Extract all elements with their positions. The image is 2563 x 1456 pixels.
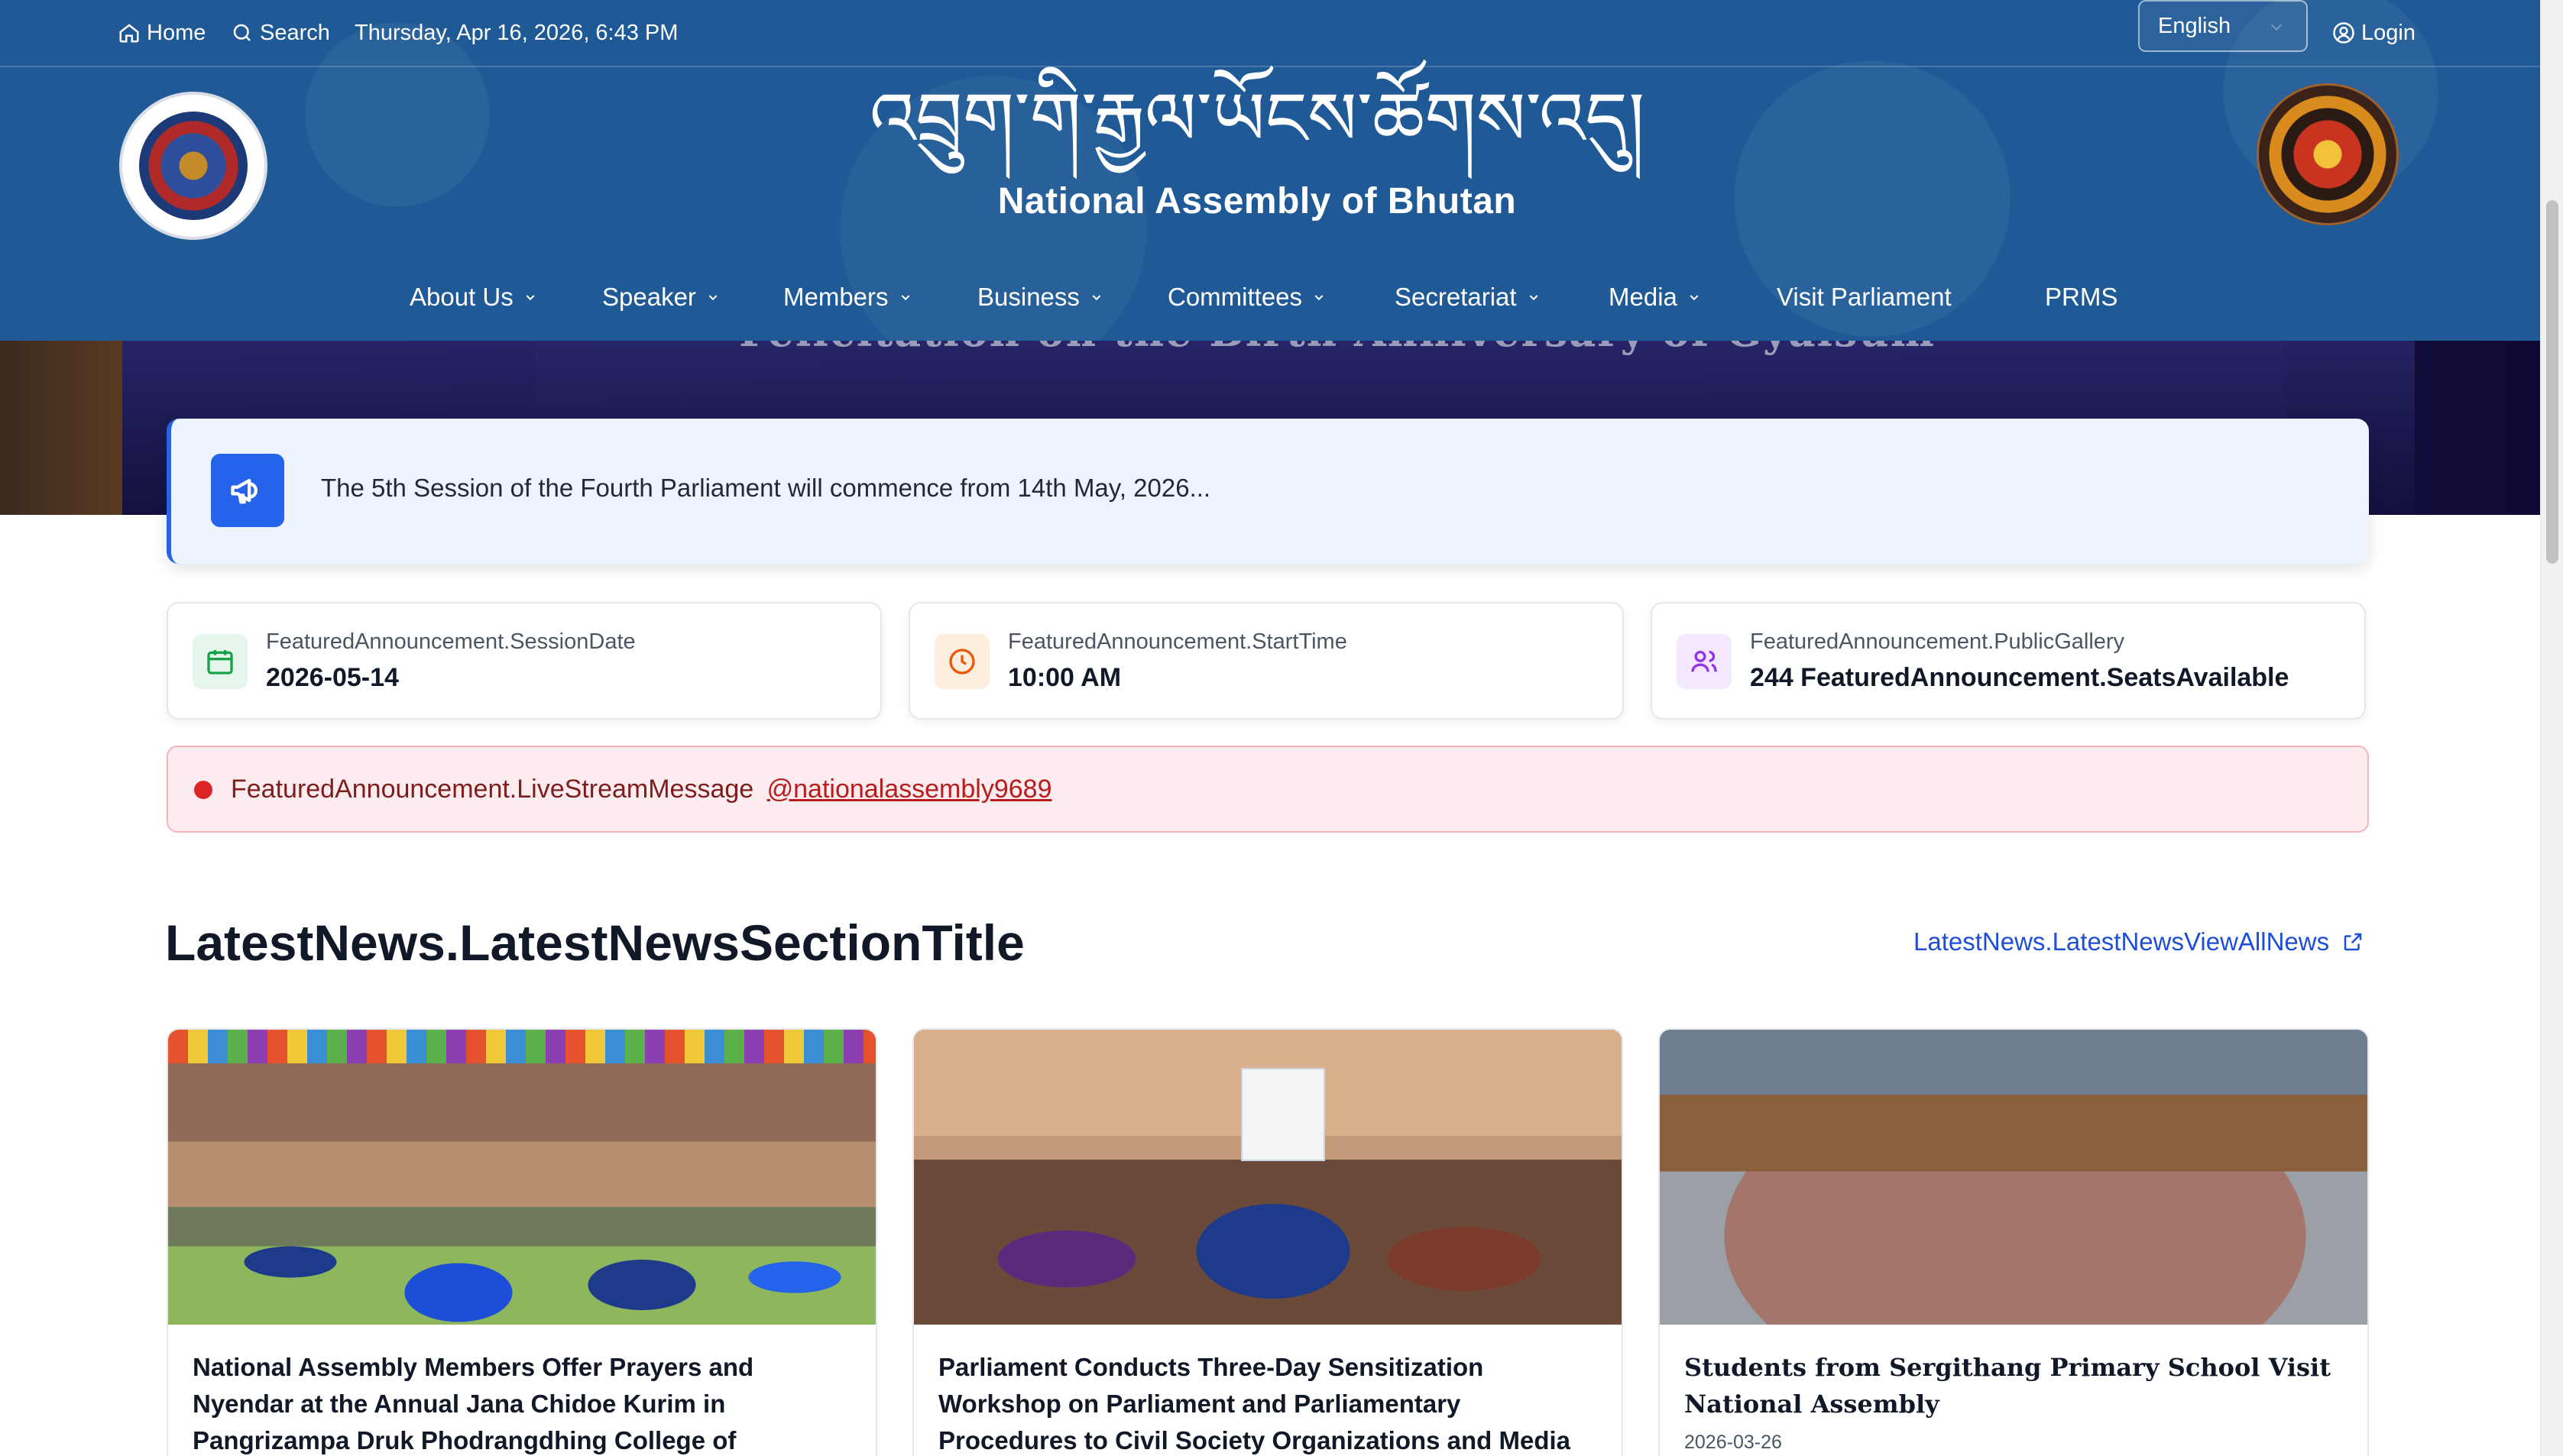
news-card[interactable]: Students from Sergithang Primary School … — [1658, 1028, 2369, 1456]
language-select[interactable]: English — [2138, 0, 2308, 52]
card-value: 10:00 AM — [1008, 663, 1122, 692]
nav-media[interactable]: Media — [1609, 283, 1700, 312]
live-stream-notice: FeaturedAnnouncement.LiveStreamMessage @… — [167, 746, 2369, 833]
users-icon — [1677, 634, 1732, 689]
chevron-down-icon — [1314, 295, 1324, 301]
nav-label: PRMS — [2045, 283, 2118, 311]
announcement-banner[interactable]: The 5th Session of the Fourth Parliament… — [167, 419, 2369, 564]
login-label: Login — [2361, 20, 2416, 45]
nav-speaker[interactable]: Speaker — [602, 283, 719, 312]
royal-emblem-logo — [2259, 86, 2396, 223]
home-label: Home — [147, 20, 206, 45]
live-message-text: FeaturedAnnouncement.LiveStreamMessage — [231, 775, 754, 804]
news-headline[interactable]: Students from Sergithang Primary School … — [1684, 1349, 2341, 1422]
nav-committees[interactable]: Committees — [1168, 283, 1325, 312]
nav-secretariat[interactable]: Secretariat — [1395, 283, 1540, 312]
public-gallery-card: FeaturedAnnouncement.PublicGallery 244 F… — [1651, 602, 2366, 720]
external-link-icon — [2344, 933, 2362, 951]
chevron-down-icon — [1092, 295, 1101, 301]
chevron-down-icon — [901, 295, 909, 301]
chevron-down-icon — [1690, 295, 1699, 301]
session-date-card: FeaturedAnnouncement.SessionDate 2026-05… — [167, 602, 882, 720]
login-link[interactable]: Login — [2332, 14, 2416, 52]
clock-icon — [935, 634, 990, 689]
chevron-down-icon — [1529, 295, 1537, 301]
nav-label: Visit Parliament — [1777, 283, 1952, 311]
nav-about-us[interactable]: About Us — [410, 283, 536, 312]
nav-label: Speaker — [602, 283, 696, 311]
main-navigation: About Us Speaker Members Business Commit… — [0, 275, 2540, 321]
card-label: FeaturedAnnouncement.SessionDate — [266, 629, 636, 654]
home-icon — [119, 24, 139, 43]
site-title[interactable]: National Assembly of Bhutan — [841, 180, 1674, 222]
search-link[interactable]: Search — [231, 14, 330, 52]
news-image[interactable] — [914, 1030, 1622, 1325]
calendar-icon — [193, 634, 248, 689]
nav-label: About Us — [410, 283, 514, 311]
home-link[interactable]: Home — [118, 14, 206, 52]
news-card[interactable]: Parliament Conducts Three-Day Sensitizat… — [912, 1028, 1623, 1456]
nav-prms[interactable]: PRMS — [2045, 283, 2117, 312]
nav-members[interactable]: Members — [783, 283, 912, 312]
nav-label: Members — [783, 283, 889, 311]
live-indicator-dot — [194, 781, 212, 799]
card-label: FeaturedAnnouncement.PublicGallery — [1750, 629, 2125, 654]
news-headline[interactable]: Parliament Conducts Three-Day Sensitizat… — [938, 1349, 1596, 1456]
search-icon — [233, 24, 251, 41]
site-header: Home Search Thursday, Apr 16, 2026, 6:43… — [0, 0, 2540, 341]
latest-news-title: LatestNews.LatestNewsSectionTitle — [165, 914, 1025, 971]
nav-business[interactable]: Business — [977, 283, 1103, 312]
news-date: 2026-03-26 — [1684, 1432, 1782, 1453]
search-label: Search — [260, 20, 330, 45]
site-title-dzongkha: འབྲུག་གི་རྒྱལ་ཡོངས་ཚོགས་འདུ། — [869, 76, 1645, 162]
user-circle-icon — [2333, 22, 2354, 44]
current-datetime: Thursday, Apr 16, 2026, 6:43 PM — [355, 20, 679, 45]
nav-label: Media — [1609, 283, 1677, 311]
view-all-label: LatestNews.LatestNewsViewAllNews — [1913, 927, 2330, 956]
chevron-down-icon — [526, 295, 535, 301]
view-all-news-link[interactable]: LatestNews.LatestNewsViewAllNews — [1913, 927, 2364, 956]
news-image[interactable] — [1660, 1030, 2367, 1325]
scrollbar-thumb[interactable] — [2546, 200, 2558, 564]
chevron-down-icon — [708, 295, 718, 301]
national-assembly-emblem-logo[interactable] — [122, 95, 264, 237]
live-stream-message: FeaturedAnnouncement.LiveStreamMessage @… — [231, 775, 1051, 804]
youtube-channel-link[interactable]: @nationalassembly9689 — [767, 775, 1052, 804]
page-scrollbar[interactable] — [2540, 0, 2563, 1456]
card-value: 244 FeaturedAnnouncement.SeatsAvailable — [1750, 663, 2289, 692]
announcement-text: The 5th Session of the Fourth Parliament… — [321, 474, 1211, 502]
language-value: English — [2158, 13, 2231, 38]
card-label: FeaturedAnnouncement.StartTime — [1008, 629, 1347, 654]
news-image[interactable] — [168, 1030, 876, 1325]
top-bar: Home Search Thursday, Apr 16, 2026, 6:43… — [0, 0, 2540, 67]
news-headline[interactable]: National Assembly Members Offer Prayers … — [193, 1349, 850, 1456]
start-time-card: FeaturedAnnouncement.StartTime 10:00 AM — [909, 602, 1624, 720]
card-value: 2026-05-14 — [266, 663, 399, 692]
chevron-down-icon — [2270, 24, 2283, 31]
megaphone-icon — [211, 454, 284, 527]
nav-label: Business — [977, 283, 1080, 311]
news-card[interactable]: National Assembly Members Offer Prayers … — [167, 1028, 877, 1456]
nav-label: Committees — [1168, 283, 1303, 311]
nav-visit-parliament[interactable]: Visit Parliament — [1777, 283, 1952, 312]
nav-label: Secretariat — [1395, 283, 1517, 311]
